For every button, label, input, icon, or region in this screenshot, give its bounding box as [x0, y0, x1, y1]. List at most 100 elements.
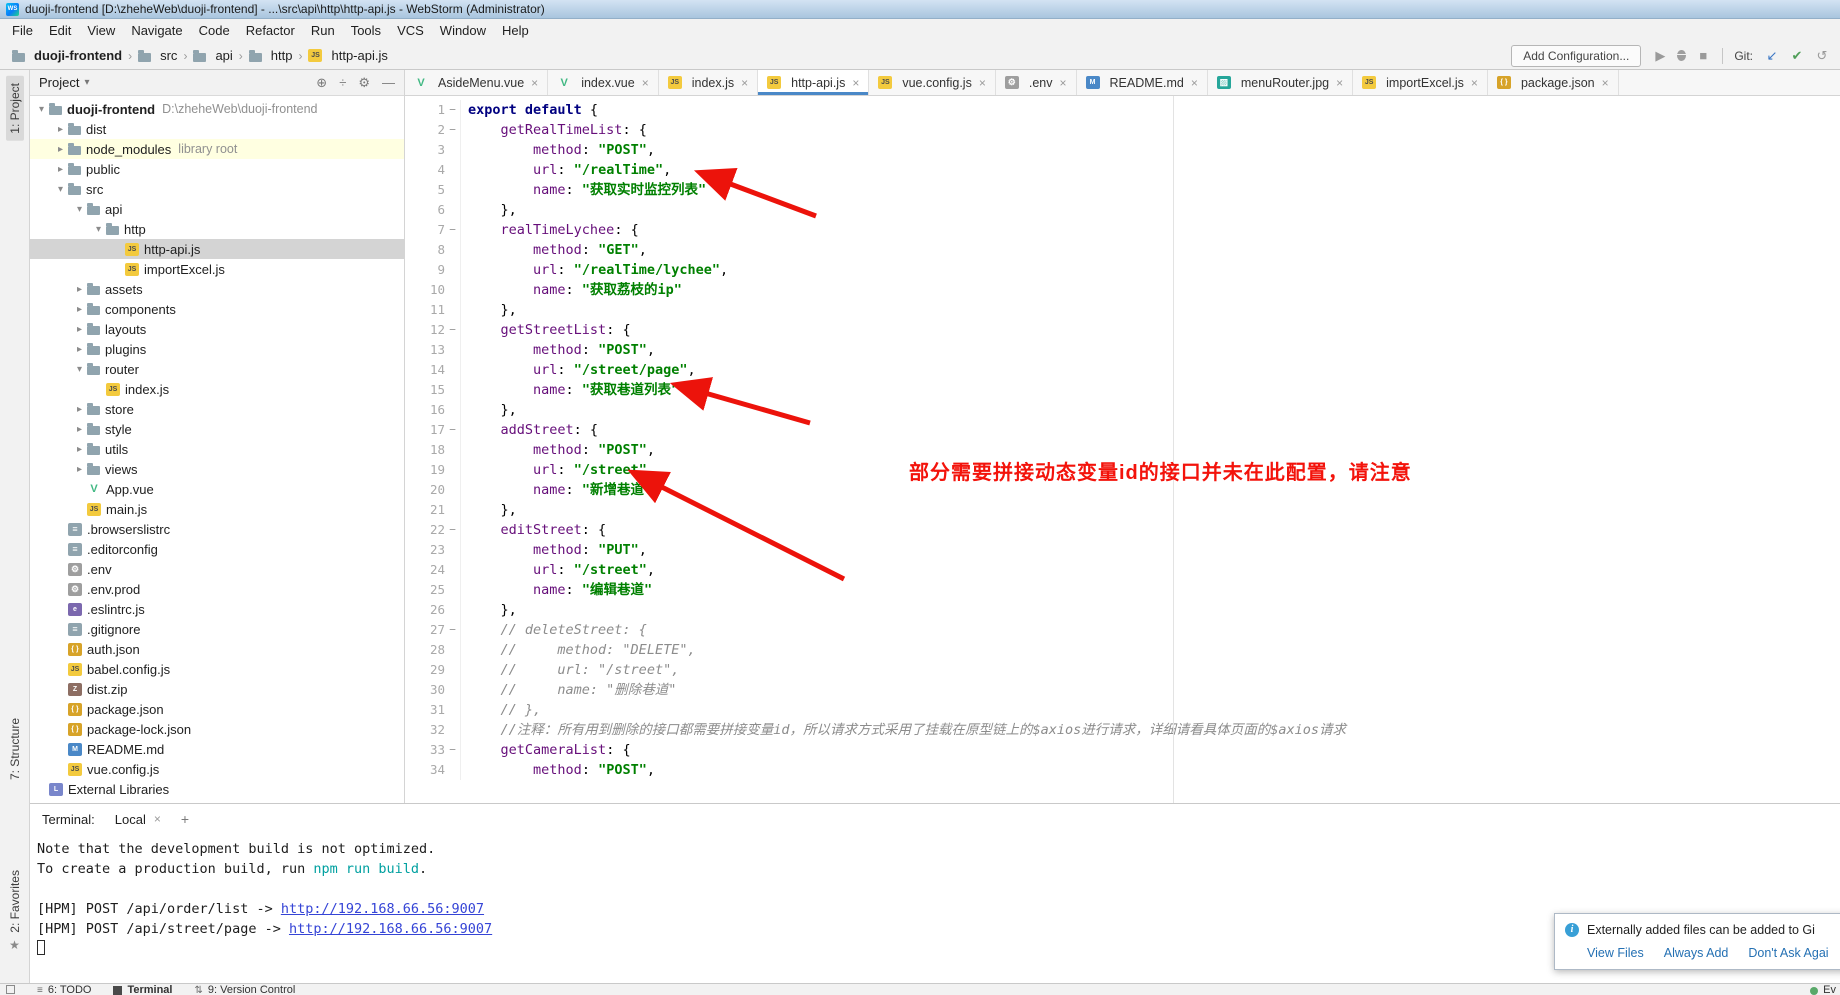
- tree-item-main.js[interactable]: JSmain.js: [30, 499, 404, 519]
- fold-marker-icon[interactable]: −: [445, 740, 461, 760]
- breadcrumb-item[interactable]: http: [247, 46, 295, 65]
- close-icon[interactable]: ×: [1059, 76, 1066, 90]
- menu-window[interactable]: Window: [432, 20, 494, 41]
- chevron-right-icon[interactable]: ▸: [72, 404, 87, 415]
- settings-icon[interactable]: ⚙: [358, 75, 370, 91]
- tree-item-.env.prod[interactable]: ⚙.env.prod: [30, 579, 404, 599]
- terminal-link[interactable]: http://192.168.66.56:9007: [289, 921, 492, 937]
- stripe-favorites-button[interactable]: 2: Favorites ★: [0, 870, 29, 952]
- commit-icon[interactable]: ✔: [1789, 48, 1805, 64]
- menu-view[interactable]: View: [79, 20, 123, 41]
- tab-README.md[interactable]: MREADME.md×: [1077, 70, 1208, 95]
- hide-panel-icon[interactable]: —: [382, 75, 395, 91]
- tree-item-plugins[interactable]: ▸plugins: [30, 339, 404, 359]
- tree-item-style[interactable]: ▸style: [30, 419, 404, 439]
- close-icon[interactable]: ×: [1336, 76, 1343, 90]
- menu-help[interactable]: Help: [494, 20, 537, 41]
- close-icon[interactable]: ×: [741, 76, 748, 90]
- fold-marker-icon[interactable]: −: [445, 320, 461, 340]
- close-icon[interactable]: ×: [852, 76, 859, 90]
- debug-icon[interactable]: [1677, 50, 1686, 61]
- notification-action-view-files[interactable]: View Files: [1587, 946, 1644, 960]
- close-icon[interactable]: ×: [1602, 76, 1609, 90]
- history-icon[interactable]: ↺: [1814, 48, 1830, 64]
- tree-item-package-lock.json[interactable]: { }package-lock.json: [30, 719, 404, 739]
- tree-item-utils[interactable]: ▸utils: [30, 439, 404, 459]
- menu-edit[interactable]: Edit: [41, 20, 79, 41]
- project-panel-title[interactable]: Project: [39, 75, 79, 90]
- update-project-icon[interactable]: ↙: [1764, 48, 1780, 64]
- event-log-item[interactable]: Ev: [1810, 985, 1836, 995]
- fold-marker-icon[interactable]: −: [445, 220, 461, 240]
- tree-item-importExcel.js[interactable]: JSimportExcel.js: [30, 259, 404, 279]
- terminal-link[interactable]: http://192.168.66.56:9007: [281, 901, 484, 917]
- close-icon[interactable]: ×: [1191, 76, 1198, 90]
- chevron-down-icon[interactable]: ▾: [53, 184, 68, 195]
- terminal-tab[interactable]: Terminal: [113, 985, 172, 995]
- chevron-down-icon[interactable]: ▾: [72, 364, 87, 375]
- vcs-tab[interactable]: ⇅9: Version Control: [194, 985, 295, 995]
- tab-package.json[interactable]: { }package.json×: [1488, 70, 1619, 95]
- menu-tools[interactable]: Tools: [343, 20, 389, 41]
- tree-item-router[interactable]: ▾router: [30, 359, 404, 379]
- chevron-right-icon[interactable]: ▸: [72, 324, 87, 335]
- fold-marker-icon[interactable]: −: [445, 120, 461, 140]
- chevron-right-icon[interactable]: ▸: [72, 444, 87, 455]
- close-icon[interactable]: ×: [1471, 76, 1478, 90]
- fold-marker-icon[interactable]: −: [445, 100, 461, 120]
- chevron-right-icon[interactable]: ▸: [72, 344, 87, 355]
- tab-index.vue[interactable]: Vindex.vue×: [548, 70, 659, 95]
- tree-item-App.vue[interactable]: VApp.vue: [30, 479, 404, 499]
- locate-file-icon[interactable]: ⊕: [316, 75, 327, 91]
- breadcrumb-item[interactable]: duoji-frontend: [10, 46, 124, 65]
- chevron-down-icon[interactable]: ▾: [84, 77, 89, 88]
- close-icon[interactable]: ×: [154, 812, 161, 826]
- chevron-right-icon[interactable]: ▸: [72, 424, 87, 435]
- tree-item-.eslintrc.js[interactable]: e.eslintrc.js: [30, 599, 404, 619]
- chevron-right-icon[interactable]: ▸: [53, 144, 68, 155]
- toolwindow-switcher-icon[interactable]: [6, 985, 15, 994]
- close-icon[interactable]: ×: [979, 76, 986, 90]
- tree-item-babel.config.js[interactable]: JSbabel.config.js: [30, 659, 404, 679]
- menu-file[interactable]: File: [4, 20, 41, 41]
- new-terminal-icon[interactable]: +: [181, 811, 189, 827]
- editor[interactable]: 1−export default {2− getRealTimeList: {3…: [405, 96, 1840, 803]
- stop-icon[interactable]: ■: [1695, 48, 1711, 63]
- chevron-down-icon[interactable]: ▾: [34, 104, 49, 115]
- todo-tab[interactable]: ≡6: TODO: [37, 985, 91, 995]
- tree-item-views[interactable]: ▸views: [30, 459, 404, 479]
- chevron-down-icon[interactable]: ▾: [91, 224, 106, 235]
- tree-item-dist.zip[interactable]: Zdist.zip: [30, 679, 404, 699]
- tree-item-README.md[interactable]: MREADME.md: [30, 739, 404, 759]
- tab-index.js[interactable]: JSindex.js×: [659, 70, 758, 95]
- fold-marker-icon[interactable]: −: [445, 420, 461, 440]
- tab-vue.config.js[interactable]: JSvue.config.js×: [869, 70, 996, 95]
- tree-item-.editorconfig[interactable]: ≡.editorconfig: [30, 539, 404, 559]
- chevron-down-icon[interactable]: ▾: [72, 204, 87, 215]
- tree-item-src[interactable]: ▾src: [30, 179, 404, 199]
- menu-vcs[interactable]: VCS: [389, 20, 432, 41]
- tree-item-vue.config.js[interactable]: JSvue.config.js: [30, 759, 404, 779]
- stripe-project-button[interactable]: 1: Project: [0, 76, 29, 141]
- tab-importExcel.js[interactable]: JSimportExcel.js×: [1353, 70, 1488, 95]
- tree-item-dist[interactable]: ▸dist: [30, 119, 404, 139]
- fold-marker-icon[interactable]: −: [445, 620, 461, 640]
- tab-AsideMenu.vue[interactable]: VAsideMenu.vue×: [405, 70, 548, 95]
- tree-item-assets[interactable]: ▸assets: [30, 279, 404, 299]
- tab-http-api.js[interactable]: JShttp-api.js×: [758, 70, 869, 95]
- tree-item-api[interactable]: ▾api: [30, 199, 404, 219]
- chevron-right-icon[interactable]: ▸: [72, 304, 87, 315]
- chevron-right-icon[interactable]: ▸: [53, 124, 68, 135]
- tree-item-duoji-frontend[interactable]: ▾duoji-frontendD:\zheheWeb\duoji-fronten…: [30, 99, 404, 119]
- tree-item-auth.json[interactable]: { }auth.json: [30, 639, 404, 659]
- collapse-all-icon[interactable]: ÷: [339, 75, 346, 91]
- breadcrumb-item[interactable]: api: [191, 46, 234, 65]
- add-configuration-button[interactable]: Add Configuration...: [1511, 45, 1641, 67]
- chevron-right-icon[interactable]: ▸: [72, 464, 87, 475]
- tree-item-public[interactable]: ▸public: [30, 159, 404, 179]
- chevron-right-icon[interactable]: ▸: [53, 164, 68, 175]
- menu-navigate[interactable]: Navigate: [123, 20, 190, 41]
- notification-action-don-t-ask-agai[interactable]: Don't Ask Agai: [1748, 946, 1828, 960]
- chevron-right-icon[interactable]: ▸: [72, 284, 87, 295]
- notification-action-always-add[interactable]: Always Add: [1664, 946, 1729, 960]
